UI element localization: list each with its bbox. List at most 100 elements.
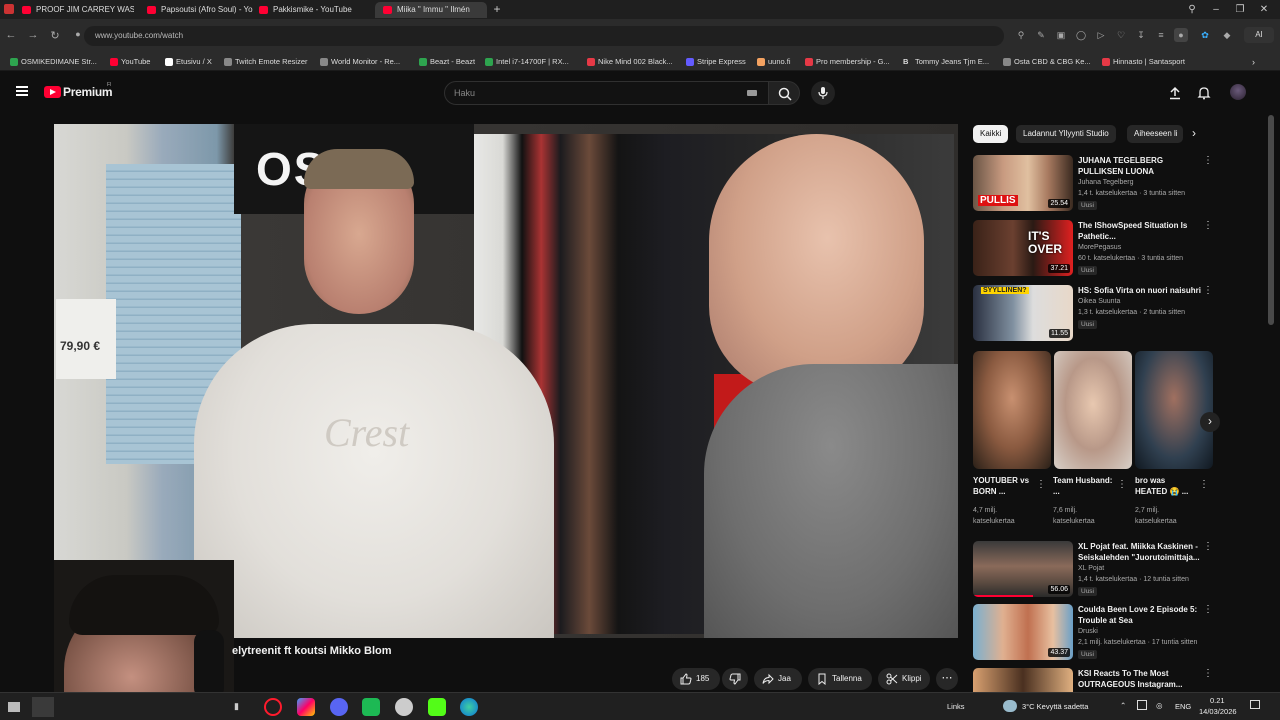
clock-date[interactable]: 14/03/2026 [1199, 707, 1237, 716]
search-button[interactable] [768, 81, 800, 105]
profile-icon[interactable]: ● [1174, 28, 1188, 42]
avatar[interactable] [1230, 84, 1246, 100]
kebab-icon[interactable]: ⋮ [1117, 479, 1127, 490]
more-actions-button[interactable]: ⋯ [936, 668, 958, 690]
bookmark-item[interactable]: World Monitor - Re... [318, 56, 400, 68]
taskview-icon[interactable]: ▮ [234, 701, 239, 712]
new-tab-button[interactable]: + [490, 2, 504, 16]
discord-icon[interactable] [330, 698, 348, 716]
edit-icon[interactable]: ✎ [1034, 28, 1048, 42]
kebab-icon[interactable]: ⋮ [1203, 220, 1213, 231]
bookmark-item[interactable]: OSMIKEDIMANE Str... [8, 56, 106, 68]
zoom-icon[interactable]: ⚲ [1014, 28, 1028, 42]
links-label[interactable]: Links [947, 702, 965, 711]
keyboard-icon[interactable] [747, 90, 757, 96]
weather-text[interactable]: 3°C Kevyttä sadetta [1022, 702, 1088, 711]
bookmark-item[interactable]: Twitch Emote Resizer [222, 56, 308, 68]
minimize-icon[interactable]: – [1204, 0, 1228, 19]
kebab-icon[interactable]: ⋮ [1203, 285, 1213, 296]
chip-all[interactable]: Kaikki [973, 125, 1009, 143]
heart-icon[interactable]: ♡ [1114, 28, 1128, 42]
tab-1[interactable]: PROOF JIM CARREY WAS [14, 2, 134, 18]
bell-icon[interactable] [1197, 86, 1211, 100]
thumbnail[interactable]: IT'S OVER 37.21 [973, 220, 1073, 276]
list-item[interactable]: SYYLLINEN? 11.55 HS: Sofia Virta on nuor… [973, 285, 1253, 345]
kebab-icon[interactable]: ⋮ [1203, 541, 1213, 552]
search-tabs-icon[interactable]: ⚲ [1180, 0, 1204, 19]
short-thumbnail[interactable] [1054, 351, 1132, 469]
bookmark-item[interactable]: YouTube [108, 56, 150, 68]
tray-chevron-icon[interactable]: ⌃ [1120, 701, 1126, 710]
search-taskbar-icon[interactable] [32, 697, 54, 717]
kebab-icon[interactable]: ⋮ [1203, 155, 1213, 166]
extension-icon[interactable]: ✿ [1198, 28, 1212, 42]
browser-menu-icon[interactable] [4, 4, 14, 14]
spotify-icon[interactable] [362, 698, 380, 716]
bookmark-item[interactable]: Hinnasto | Santasport [1100, 56, 1185, 68]
bookmark-item[interactable]: Intel i7-14700F | RX... [483, 56, 569, 68]
tray-app-icon[interactable] [1137, 700, 1147, 710]
kebab-icon[interactable]: ⋮ [1203, 604, 1213, 615]
edge-icon[interactable] [460, 698, 478, 716]
thumbnail[interactable]: PULLIS 25.54 [973, 155, 1073, 211]
share-button[interactable]: Jaa [754, 668, 802, 690]
list-item[interactable]: 56.06 XL Pojat feat. Miikka Kaskinen - S… [973, 541, 1253, 601]
bookmark-item[interactable]: Pro membership - G... [803, 56, 890, 68]
short-thumbnail[interactable] [1135, 351, 1213, 469]
thumbnail[interactable] [973, 668, 1073, 692]
game-icon[interactable] [428, 698, 446, 716]
bookmark-item[interactable]: Stripe Express [684, 56, 746, 68]
chip-uploader[interactable]: Ladannut Yllyynti Studio [1016, 125, 1116, 143]
list-item[interactable]: 43.37 Coulda Been Love 2 Episode 5: Trou… [973, 604, 1253, 664]
kebab-icon[interactable]: ⋮ [1203, 668, 1213, 679]
screenshot-icon[interactable]: ▣ [1054, 28, 1068, 42]
shorts-next-button[interactable]: › [1200, 412, 1220, 432]
bookmark-item[interactable]: B Tommy Jeans Tjm E... [903, 56, 989, 68]
like-button[interactable]: 185 [672, 668, 720, 690]
maximize-icon[interactable]: ❐ [1228, 0, 1252, 19]
clip-button[interactable]: Klippi [878, 668, 930, 690]
kebab-icon[interactable]: ⋮ [1036, 479, 1046, 490]
network-icon[interactable]: ◎ [1156, 701, 1163, 710]
bookmark-item[interactable]: Nike Mind 002 Black... [585, 56, 673, 68]
ai-button[interactable]: AI [1244, 27, 1274, 43]
url-field[interactable]: www.youtube.com/watch [84, 26, 1004, 46]
hamburger-icon[interactable] [16, 86, 28, 96]
copilot-icon[interactable] [297, 698, 315, 716]
shield-app-icon[interactable] [395, 698, 413, 716]
clock-time[interactable]: 0.21 [1210, 696, 1225, 705]
tab-2[interactable]: Papsoutsi (Afro Soul) - Yo [139, 2, 253, 18]
tab-3[interactable]: Pakkismike - YouTube [251, 2, 369, 18]
chevron-right-icon[interactable]: › [1192, 126, 1196, 140]
back-icon[interactable]: ← [4, 29, 18, 41]
reload-icon[interactable]: ↻ [48, 29, 62, 42]
list-item[interactable]: IT'S OVER 37.21 The IShowSpeed Situation… [973, 220, 1253, 280]
bookmark-item[interactable]: Etusivu / X [163, 56, 212, 68]
shield-icon[interactable]: ◯ [1074, 28, 1088, 42]
bookmark-item[interactable]: Osta CBD & CBG Ke... [1001, 56, 1091, 68]
search-input[interactable]: Haku [444, 81, 770, 105]
opera-icon[interactable] [264, 698, 282, 716]
save-button[interactable]: Tallenna [808, 668, 872, 690]
thumbnail[interactable]: SYYLLINEN? 11.55 [973, 285, 1073, 341]
forward-icon[interactable]: → [26, 29, 40, 41]
thumbnail[interactable]: 56.06 [973, 541, 1073, 597]
short-thumbnail[interactable] [973, 351, 1051, 469]
tab-4-active[interactable]: Miika " Immu " Ilmén [375, 2, 487, 18]
bookmark-item[interactable]: Beazt - Beazt [417, 56, 475, 68]
download-icon[interactable]: ↧ [1134, 28, 1148, 42]
close-icon[interactable]: ✕ [1252, 0, 1276, 19]
chip-related[interactable]: Aiheeseen li [1127, 125, 1183, 143]
list-item[interactable]: KSI Reacts To The Most OUTRAGEOUS Instag… [973, 668, 1253, 692]
voice-search-button[interactable] [811, 81, 835, 105]
menu-icon[interactable]: ≡ [1154, 28, 1168, 42]
dislike-button[interactable] [722, 668, 748, 690]
play-icon[interactable]: ▷ [1094, 28, 1108, 42]
upload-icon[interactable] [1168, 86, 1182, 100]
cube-icon[interactable]: ◆ [1220, 28, 1234, 42]
bookmark-item[interactable]: uuno.fi [755, 56, 791, 68]
kebab-icon[interactable]: ⋮ [1199, 479, 1209, 490]
notification-icon[interactable] [1250, 700, 1260, 709]
scrollbar[interactable] [1268, 115, 1274, 325]
thumbnail[interactable]: 43.37 [973, 604, 1073, 660]
